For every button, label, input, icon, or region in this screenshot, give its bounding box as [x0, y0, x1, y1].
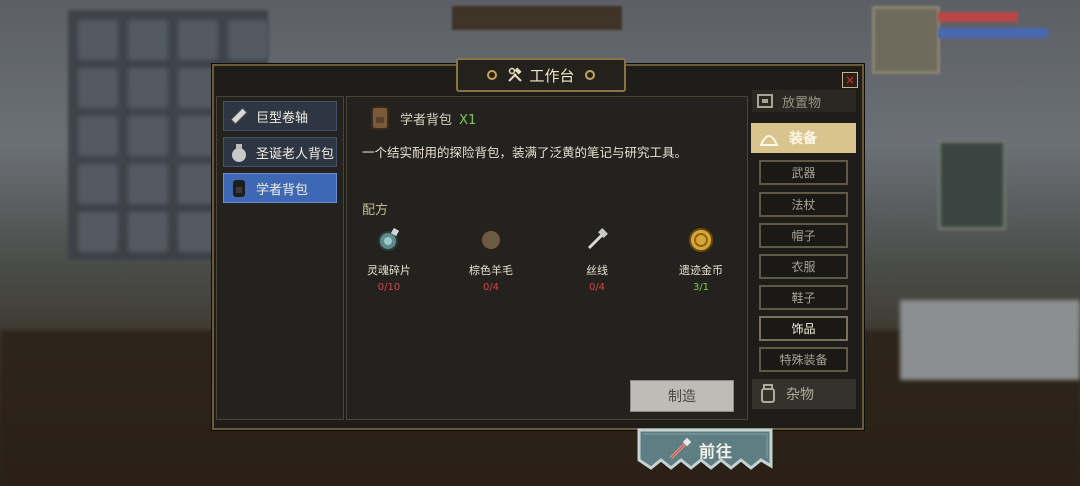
title-ornament-right	[584, 70, 595, 80]
background-portrait	[872, 6, 940, 74]
item-name: 学者背包	[400, 112, 453, 128]
ingredient-count: 0/4	[482, 282, 500, 293]
category-label: 杂物	[786, 387, 814, 403]
hammer-wrench-icon	[508, 67, 523, 82]
background-health-bar	[938, 12, 1018, 22]
placeable-icon	[757, 94, 773, 108]
recipe-list-panel: 巨型卷轴 圣诞老人背包 学者背包	[216, 96, 344, 420]
background-item-card	[938, 140, 1006, 230]
background-slot	[128, 164, 168, 204]
subcategory-accessory[interactable]: 饰品	[759, 316, 848, 341]
sack-icon	[232, 144, 246, 162]
subcategory-weapon[interactable]: 武器	[759, 160, 848, 185]
background-slot	[128, 212, 168, 252]
ingredient-thread[interactable]: 丝线 0/4	[557, 226, 637, 293]
ingredient-soul-shard[interactable]: 灵魂碎片 0/10	[349, 226, 429, 293]
list-item-giant-scroll[interactable]: 巨型卷轴	[223, 101, 337, 131]
subcategory-special-equipment[interactable]: 特殊装备	[759, 347, 848, 372]
category-label: 装备	[789, 131, 817, 147]
list-item-santa-sack[interactable]: 圣诞老人背包	[223, 137, 337, 167]
ingredient-name: 灵魂碎片	[367, 264, 411, 277]
ingredient-brown-wool[interactable]: 棕色羊毛 0/4	[451, 226, 531, 293]
category-misc[interactable]: 杂物	[752, 379, 856, 409]
backpack-icon	[233, 180, 245, 197]
background-slot	[78, 20, 118, 60]
backpack-icon	[371, 106, 389, 130]
background-slot	[128, 116, 168, 156]
ingredient-count: 3/1	[692, 282, 710, 293]
category-placeables[interactable]: 放置物	[752, 90, 856, 112]
background-slot	[128, 68, 168, 108]
ingredient-name: 遗迹金币	[679, 264, 723, 277]
background-slot	[78, 164, 118, 204]
category-label: 放置物	[782, 95, 822, 111]
item-quantity: X1	[459, 112, 477, 128]
background-slot	[228, 20, 268, 60]
window-title-tab: 工作台	[456, 58, 626, 92]
close-button[interactable]: ×	[842, 72, 858, 88]
background-slot	[128, 20, 168, 60]
scroll-icon	[230, 107, 248, 125]
ingredient-count: 0/4	[588, 282, 606, 293]
ingredient-name: 棕色羊毛	[469, 264, 513, 277]
window-title: 工作台	[529, 66, 575, 85]
wool-icon	[480, 229, 502, 251]
item-header: 学者背包 X1	[370, 105, 476, 131]
list-item-label: 巨型卷轴	[256, 110, 309, 126]
equipment-icon	[759, 135, 779, 146]
list-item-label: 学者背包	[256, 182, 309, 198]
subcategory-clothes[interactable]: 衣服	[759, 254, 848, 279]
ingredient-relic-gold-coin[interactable]: 遗迹金币 3/1	[661, 226, 741, 293]
thread-icon	[587, 228, 608, 250]
recipe-heading: 配方	[362, 203, 389, 218]
gold-coin-icon	[689, 228, 713, 252]
item-description: 一个结实耐用的探险背包，装满了泛黄的笔记与研究工具。	[362, 145, 688, 160]
go-button-label: 前往	[699, 442, 734, 461]
soul-shard-icon	[378, 227, 400, 251]
go-button[interactable]: 前往	[637, 428, 773, 478]
background-slot	[178, 20, 218, 60]
ingredient-name: 丝线	[586, 264, 608, 277]
subcategory-hat[interactable]: 帽子	[759, 223, 848, 248]
title-ornament-left	[487, 70, 498, 80]
background-slot	[78, 212, 118, 252]
ingredient-count: 0/10	[377, 282, 401, 293]
background-stone-block	[900, 300, 1080, 380]
background-status-bar	[452, 6, 622, 30]
background-mana-bar	[938, 28, 1048, 38]
craft-button[interactable]: 制造	[630, 380, 734, 412]
pickaxe-icon	[669, 437, 692, 460]
category-equipment[interactable]: 装备	[751, 123, 856, 153]
subcategory-shoes[interactable]: 鞋子	[759, 285, 848, 310]
background-slot	[78, 116, 118, 156]
list-item-scholar-backpack[interactable]: 学者背包	[223, 173, 337, 203]
misc-jar-icon	[761, 384, 775, 403]
background-slot	[78, 68, 118, 108]
list-item-label: 圣诞老人背包	[256, 146, 335, 162]
subcategory-staff[interactable]: 法杖	[759, 192, 848, 217]
